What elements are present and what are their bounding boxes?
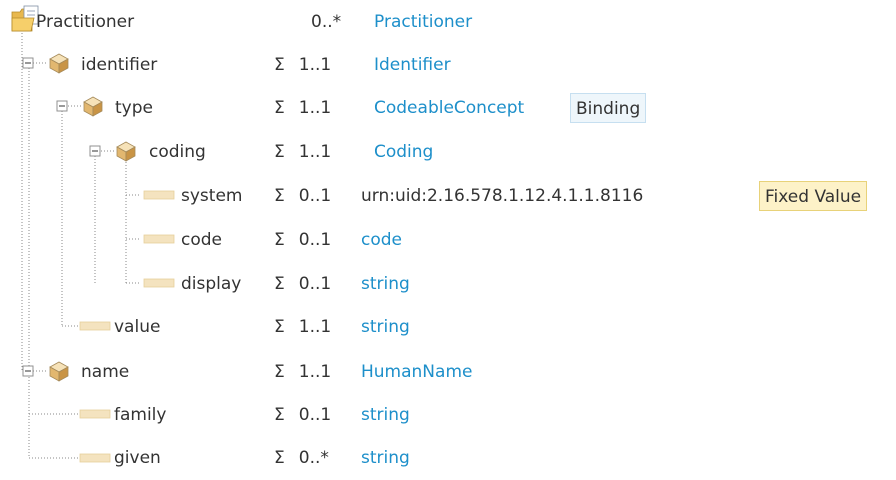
summary-sigma-icon: Σ (274, 55, 285, 75)
cardinality-group: Σ 0..1 (274, 393, 331, 437)
structure-tree: Practitioner 0..* Practitioner identifie… (0, 0, 896, 472)
fixed-value-text: urn:uid:2.16.578.1.12.4.1.1.8116 (361, 186, 644, 206)
type-link[interactable]: string (361, 436, 410, 480)
element-name[interactable]: given (114, 436, 161, 480)
cardinality: 0..1 (298, 230, 332, 250)
cardinality: 1..1 (298, 55, 332, 75)
cardinality-group: 0..* (311, 0, 341, 44)
element-name[interactable]: type (115, 86, 153, 130)
element-name[interactable]: Practitioner (36, 0, 134, 44)
summary-sigma-icon: Σ (274, 230, 285, 250)
cardinality: 0..* (311, 12, 342, 32)
cardinality: 1..1 (298, 98, 332, 118)
type-link[interactable]: code (361, 218, 402, 262)
type-link[interactable]: string (361, 305, 410, 349)
tree-row-coding[interactable]: coding Σ 1..1 Coding (0, 130, 896, 174)
cardinality-group: Σ 1..1 (274, 43, 331, 87)
summary-sigma-icon: Σ (274, 274, 285, 294)
cardinality: 0..1 (298, 274, 332, 294)
cardinality: 0..* (298, 448, 329, 468)
fixed-value-badge[interactable]: Fixed Value (759, 181, 868, 211)
summary-sigma-icon: Σ (274, 142, 285, 162)
cardinality-group: Σ 0..1 (274, 174, 331, 218)
cardinality: 0..1 (298, 186, 332, 206)
element-name[interactable]: value (114, 305, 160, 349)
element-name[interactable]: system (181, 174, 242, 218)
binding-badge[interactable]: Binding (570, 93, 647, 123)
tree-row-family[interactable]: family Σ 0..1 string (0, 393, 896, 437)
cardinality-group: Σ 1..1 (274, 86, 331, 130)
tree-row-system[interactable]: system Σ 0..1 urn:uid:2.16.578.1.12.4.1.1… (0, 174, 896, 218)
summary-sigma-icon: Σ (274, 98, 285, 118)
tree-row-code[interactable]: code Σ 0..1 code (0, 218, 896, 262)
summary-sigma-icon: Σ (274, 405, 285, 425)
type-link[interactable]: CodeableConcept (374, 86, 524, 130)
cardinality: 1..1 (298, 362, 332, 382)
summary-sigma-icon: Σ (274, 362, 285, 382)
summary-sigma-icon: Σ (274, 317, 285, 337)
tree-row-identifier[interactable]: identifier Σ 1..1 Identifier (0, 43, 896, 87)
type-link[interactable]: Coding (374, 130, 433, 174)
tree-row-value[interactable]: value Σ 1..1 string (0, 305, 896, 349)
summary-sigma-icon: Σ (274, 186, 285, 206)
type-link[interactable]: Practitioner (374, 0, 472, 44)
element-name[interactable]: name (81, 350, 129, 394)
cardinality-group: Σ 1..1 (274, 350, 331, 394)
element-name[interactable]: identifier (81, 43, 157, 87)
tree-row-practitioner[interactable]: Practitioner 0..* Practitioner (0, 0, 896, 44)
cardinality: 1..1 (298, 142, 332, 162)
cardinality-group: Σ 1..1 (274, 130, 331, 174)
cardinality-group: Σ 1..1 (274, 305, 331, 349)
type-link[interactable]: HumanName (361, 350, 472, 394)
tree-row-name[interactable]: name Σ 1..1 HumanName (0, 350, 896, 394)
cardinality-group: Σ 0..1 (274, 262, 331, 306)
tree-row-given[interactable]: given Σ 0..* string (0, 436, 896, 480)
summary-sigma-icon: Σ (274, 448, 285, 468)
tree-row-type[interactable]: type Σ 1..1 CodeableConcept Binding (0, 86, 896, 130)
element-name[interactable]: coding (149, 130, 206, 174)
type-link[interactable]: string (361, 393, 410, 437)
element-name[interactable]: family (114, 393, 166, 437)
element-name[interactable]: display (181, 262, 241, 306)
cardinality-group: Σ 0..* (274, 436, 329, 480)
cardinality-group: Σ 0..1 (274, 218, 331, 262)
cardinality: 1..1 (298, 317, 332, 337)
tree-row-display[interactable]: display Σ 0..1 string (0, 262, 896, 306)
type-link[interactable]: Identifier (374, 43, 451, 87)
element-name[interactable]: code (181, 218, 222, 262)
cardinality: 0..1 (298, 405, 332, 425)
type-link[interactable]: string (361, 262, 410, 306)
